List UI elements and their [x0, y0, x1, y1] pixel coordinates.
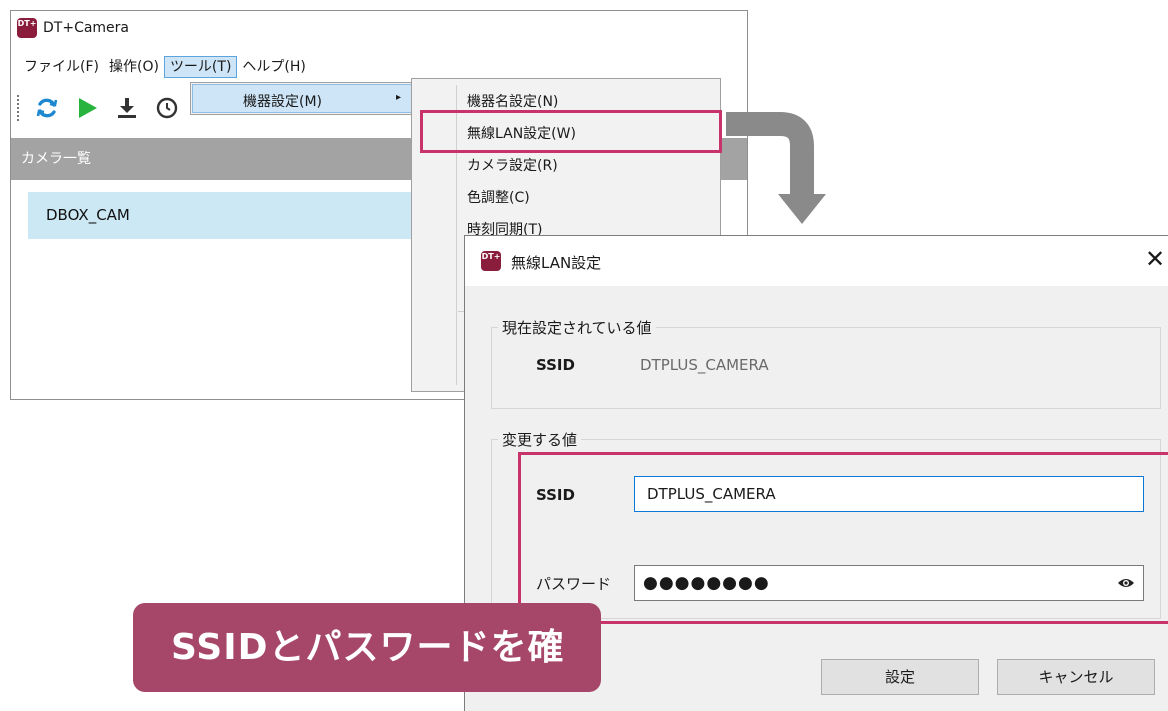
close-icon[interactable]: ✕: [1145, 244, 1165, 274]
current-ssid-value: DTPLUS_CAMERA: [640, 356, 769, 374]
menu-operation[interactable]: 操作(O): [104, 56, 164, 78]
menu-item-color-adjust[interactable]: 色調整(C): [467, 187, 530, 207]
toolbar-grip[interactable]: [17, 95, 20, 121]
menu-item-device-settings[interactable]: 機器設定(M) ▸: [192, 84, 414, 113]
menubar: ファイル(F) 操作(O) ツール(T) ヘルプ(H): [11, 55, 311, 79]
window-titlebar: DT+ DT+Camera: [11, 11, 747, 45]
group-legend: 変更する値: [498, 429, 582, 450]
group-legend: 現在設定されている値: [498, 317, 656, 338]
dialog-title: 無線LAN設定: [511, 254, 602, 272]
cancel-button[interactable]: キャンセル: [997, 659, 1155, 695]
flow-arrow-icon: [726, 112, 826, 224]
ok-button[interactable]: 設定: [821, 659, 979, 695]
menu-item-device-name[interactable]: 機器名設定(N): [467, 91, 558, 111]
menu-tools[interactable]: ツール(T): [163, 56, 238, 78]
menu-help[interactable]: ヘルプ(H): [237, 56, 310, 78]
current-values-group: 現在設定されている値 SSID DTPLUS_CAMERA: [491, 317, 1161, 409]
tools-dropdown: 機器設定(M) ▸: [190, 82, 416, 115]
highlight-wireless-lan: [420, 110, 722, 153]
play-icon[interactable]: [74, 95, 100, 121]
toolbar: [11, 91, 180, 125]
ssid-label: SSID: [536, 356, 575, 374]
camera-list-item[interactable]: DBOX_CAM: [28, 192, 423, 239]
menu-item-label: 機器設定(M): [243, 94, 323, 110]
app-logo: DT+: [481, 251, 501, 271]
refresh-icon[interactable]: [34, 95, 60, 121]
highlight-change-values: [518, 452, 1168, 624]
callout-banner: SSIDとパスワードを確認: [133, 603, 601, 692]
submenu-arrow-icon: ▸: [396, 92, 402, 103]
dialog-titlebar: DT+ 無線LAN設定 ✕: [465, 236, 1168, 286]
download-icon[interactable]: [114, 95, 140, 121]
app-logo: DT+: [17, 18, 37, 38]
clock-icon[interactable]: [154, 95, 180, 121]
menu-item-camera-settings[interactable]: カメラ設定(R): [467, 155, 558, 175]
window-title: DT+Camera: [43, 20, 130, 36]
menu-file[interactable]: ファイル(F): [19, 56, 104, 78]
